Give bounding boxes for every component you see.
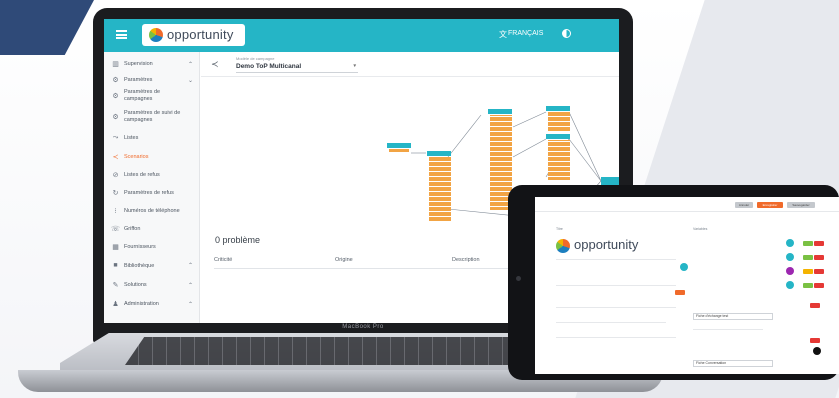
tablet-variable-badge (803, 255, 813, 260)
tablet-field-2[interactable]: Fiche Conversation (693, 360, 773, 367)
chevron-up-icon: ⌃ (187, 282, 193, 289)
scenario-node (488, 109, 512, 114)
tablet-section-right: Variables (693, 227, 708, 231)
scenario-toolbar: ≺ Modèle de campagne Demo ToP Multicanal… (201, 52, 619, 77)
tablet-check-icon[interactable] (813, 347, 821, 355)
scenario-node-stack (548, 112, 570, 132)
settings-icon: ⚙ (112, 113, 119, 121)
list-icon: ⤳ (112, 134, 119, 141)
tablet-divider (693, 329, 763, 330)
share-icon: ≺ (112, 154, 119, 161)
sidebar-item-listes[interactable]: ⤳ Listes (111, 134, 196, 142)
tablet-divider (556, 259, 676, 260)
sidebar-item-administration[interactable]: ♟ Administration ⌃ (111, 300, 196, 308)
chevron-up-icon: ⌃ (187, 263, 193, 269)
campaign-select[interactable]: Demo ToP Multicanal ▾ (236, 63, 358, 73)
sidebar-item-parametres[interactable]: ⚙ Paramètres ⌄ (111, 76, 196, 84)
sidebar-item-refusal-settings[interactable]: ↻ Paramètres de refus (111, 189, 196, 197)
sidebar-item-suppliers[interactable]: ▦ Fournisseurs (111, 243, 196, 251)
campaign-select-label: Modèle de campagne (236, 56, 275, 61)
tablet-variable-icon (786, 253, 794, 261)
folder-icon: ■ (113, 262, 118, 269)
gear-icon: ⚙ (112, 77, 119, 84)
tablet-delete-button[interactable] (810, 303, 820, 308)
tablet-delete-button[interactable] (814, 283, 824, 288)
share-icon[interactable]: ≺ (211, 59, 219, 70)
sidebar-item-refusal-lists[interactable]: ⊘ Listes de refus (111, 171, 196, 179)
people-icon: ♟ (112, 301, 119, 308)
tablet-logo-text: opportunity (574, 237, 639, 252)
phone-icon: ☏ (111, 226, 120, 233)
tablet-section-left: Titre (556, 227, 563, 231)
marketing-composite: opportunity 文 FRANÇAIS ▥ Supervision ⌃ ⚙ Pa… (0, 0, 839, 398)
chart-icon: ▥ (112, 61, 119, 68)
language-selector[interactable]: FRANÇAIS (508, 30, 543, 37)
sidebar-item-supervision[interactable]: ▥ Supervision ⌃ (111, 60, 196, 68)
grid-icon: ▦ (112, 244, 119, 251)
tablet-toggle[interactable] (675, 290, 685, 295)
wrench-icon: ✎ (112, 282, 119, 289)
sidebar-item-griffon[interactable]: ☏ Griffon (111, 225, 196, 233)
tablet-variable-icon (786, 239, 794, 247)
sidebar-item-library[interactable]: ■ Bibliothèque ⌃ (111, 262, 196, 269)
tablet-delete-button[interactable] (814, 269, 824, 274)
translate-icon[interactable]: 文 (499, 29, 507, 40)
tablet-field-1[interactable]: Fiche d'échange test (693, 313, 773, 320)
tablet-status-icon (680, 263, 688, 271)
sidebar-item-phone-numbers[interactable]: ⁝ Numéros de téléphone (111, 207, 196, 215)
tablet-screen: Annuler Enregistrer Sauvegarder Titre Va… (535, 197, 839, 374)
tablet-cancel-button[interactable]: Annuler (735, 202, 753, 208)
refresh-icon: ↻ (112, 190, 119, 197)
scenario-start-node (387, 143, 411, 148)
scenario-end-node (601, 177, 619, 185)
chevron-up-icon: ⌃ (187, 61, 193, 68)
tablet-logo-mark-icon (556, 239, 570, 253)
tablet-divider (556, 322, 666, 323)
app-header: opportunity 文 FRANÇAIS (104, 19, 619, 52)
problems-count: 0 problème (215, 235, 261, 245)
sidebar-item-solutions[interactable]: ✎ Solutions ⌃ (111, 281, 196, 289)
scenario-node (427, 151, 451, 156)
column-header-description[interactable]: Description (452, 257, 480, 263)
theme-toggle-icon[interactable] (562, 29, 571, 38)
menu-icon[interactable] (116, 30, 127, 39)
tablet-divider (535, 211, 839, 212)
sidebar: ▥ Supervision ⌃ ⚙ Paramètres ⌄ ⚙ Paramètres d… (104, 52, 200, 323)
scenario-node (546, 106, 570, 111)
scenario-node (546, 134, 570, 139)
tablet-divider (556, 337, 676, 338)
tablet-divider (556, 307, 676, 308)
logo-mark-icon (149, 28, 163, 42)
tablet-variable-badge (803, 269, 813, 274)
tablet-delete-button[interactable] (814, 241, 824, 246)
app-logo[interactable]: opportunity (142, 24, 245, 46)
tablet-store-button[interactable]: Sauvegarder (787, 202, 815, 208)
logo-text: opportunity (167, 27, 234, 42)
tablet-camera (516, 276, 521, 281)
chevron-up-icon: ⌃ (187, 301, 193, 308)
tablet-delete-button[interactable] (810, 338, 820, 343)
sidebar-item-scenarios[interactable]: ≺ Scenarios (111, 153, 196, 161)
sidebar-item-campaign-tracking[interactable]: ⚙ Paramètres de suivi de campagnes (111, 110, 196, 124)
column-header-origine[interactable]: Origine (335, 257, 353, 263)
sidebar-item-campaign-settings[interactable]: ⚙ Paramètres de campagnes (111, 89, 196, 103)
tablet-variable-icon (786, 281, 794, 289)
block-icon: ⊘ (112, 172, 119, 179)
tablet-variable-icon (786, 267, 794, 275)
scenario-node-stack (548, 140, 570, 180)
tablet-save-button[interactable]: Enregistrer (757, 202, 783, 208)
scenario-node-stack (429, 157, 451, 222)
column-header-criticite[interactable]: Criticité (214, 257, 232, 263)
tablet-variable-badge (803, 283, 813, 288)
tablet-variable-badge (803, 241, 813, 246)
cog-icon: ⚙ (112, 92, 119, 100)
chevron-down-icon: ⌄ (187, 77, 193, 84)
chevron-down-icon: ▾ (353, 63, 356, 69)
tablet-delete-button[interactable] (814, 255, 824, 260)
tablet-divider (556, 285, 676, 286)
dialpad-icon: ⁝ (114, 208, 117, 215)
